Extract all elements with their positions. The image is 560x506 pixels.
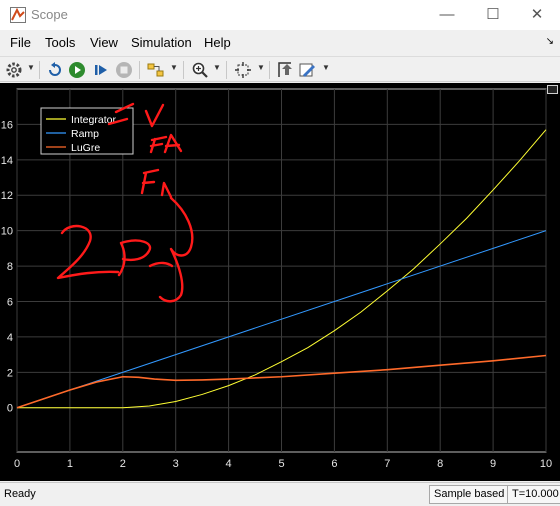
x-tick-label: 1	[67, 458, 73, 470]
x-tick-label: 8	[437, 458, 443, 470]
toolbar-separator	[39, 61, 40, 79]
y-tick-label: 10	[1, 226, 13, 238]
toolbar: ▼ ▼ ▼ ▼ ▼	[0, 56, 560, 82]
y-tick-label: 12	[1, 190, 13, 202]
highlight-block-icon[interactable]	[147, 61, 165, 79]
menu-dock-arrow-icon[interactable]: ↘	[546, 36, 554, 47]
minimize-icon: —	[439, 6, 455, 23]
x-tick-label: 5	[278, 458, 284, 470]
y-tick-label: 16	[1, 119, 13, 131]
cursor-measurements-icon[interactable]	[276, 61, 294, 79]
menu-bar: File Tools View Simulation Help ↘	[0, 32, 560, 54]
maximize-icon: ☐	[486, 6, 500, 23]
scope-display[interactable]: 0 1 2 3 4 5 6 7 8 9 10 0 2 4 6 8 10 12 14 16 Integrator Ramp L…	[0, 83, 560, 481]
stop-icon[interactable]	[115, 61, 133, 79]
x-tick-label: 9	[490, 458, 496, 470]
menu-file[interactable]: File	[10, 35, 31, 50]
ink-letter-f	[140, 168, 160, 195]
x-tick-label: 4	[226, 458, 232, 470]
legend-label: Ramp	[71, 128, 99, 140]
y-tick-label: 8	[7, 261, 13, 273]
run-icon[interactable]	[68, 61, 86, 79]
x-tick-label: 3	[173, 458, 179, 470]
toolbar-separator	[183, 61, 184, 79]
step-back-icon[interactable]	[46, 61, 64, 79]
scope-app-icon	[10, 7, 26, 23]
ink-digit-2	[56, 224, 120, 280]
y-tick-label: 14	[1, 155, 13, 167]
legend-label: LuGre	[71, 142, 100, 154]
y-tick-label: 4	[7, 332, 13, 344]
highlight-dropdown-icon[interactable]: ▼	[170, 63, 178, 72]
style-edit-icon[interactable]	[298, 61, 316, 79]
ink-letter-a	[163, 133, 183, 154]
menu-tools[interactable]: Tools	[45, 35, 75, 50]
window-title: Scope	[31, 7, 68, 22]
x-tick-label: 7	[384, 458, 390, 470]
y-tick-label: 2	[7, 367, 13, 379]
ink-letter-f	[149, 135, 168, 154]
maximize-button[interactable]: ☐	[470, 0, 516, 30]
x-tick-label: 10	[540, 458, 552, 470]
ink-letter-p	[117, 239, 152, 277]
zoom-icon[interactable]	[191, 61, 209, 79]
simulation-time-indicator: T=10.000	[507, 485, 560, 504]
menu-view[interactable]: View	[90, 35, 118, 50]
y-tick-label: 6	[7, 296, 13, 308]
close-icon: ✕	[530, 6, 544, 23]
x-tick-label: 2	[120, 458, 126, 470]
fit-dropdown-icon[interactable]: ▼	[257, 63, 265, 72]
close-button[interactable]: ✕	[514, 0, 560, 30]
toolbar-separator	[139, 61, 140, 79]
step-forward-icon[interactable]	[92, 61, 110, 79]
toolbar-separator	[269, 61, 270, 79]
status-bar: Ready Sample based T=10.000	[0, 482, 560, 506]
style-dropdown-icon[interactable]: ▼	[322, 63, 330, 72]
menu-help[interactable]: Help	[204, 35, 231, 50]
ink-curl	[148, 261, 174, 268]
title-bar: Scope — ☐ ✕	[0, 0, 560, 30]
y-tick-label: 0	[7, 403, 13, 415]
undock-icon[interactable]	[547, 85, 558, 94]
fit-to-view-icon[interactable]	[234, 61, 252, 79]
sample-mode-indicator: Sample based	[429, 485, 510, 504]
ink-letter-v	[144, 103, 165, 128]
gear-icon[interactable]	[5, 61, 23, 79]
status-ready-text: Ready	[4, 488, 36, 500]
scope-plot[interactable]: 0 1 2 3 4 5 6 7 8 9 100246810121416 IntegratorRampL…	[0, 83, 560, 481]
minimize-button[interactable]: —	[424, 0, 470, 30]
x-tick-label: 0	[14, 458, 20, 470]
x-tick-label: 6	[331, 458, 337, 470]
menu-simulation[interactable]: Simulation	[131, 35, 192, 50]
settings-dropdown-icon[interactable]: ▼	[27, 63, 35, 72]
toolbar-separator	[226, 61, 227, 79]
zoom-dropdown-icon[interactable]: ▼	[213, 63, 221, 72]
